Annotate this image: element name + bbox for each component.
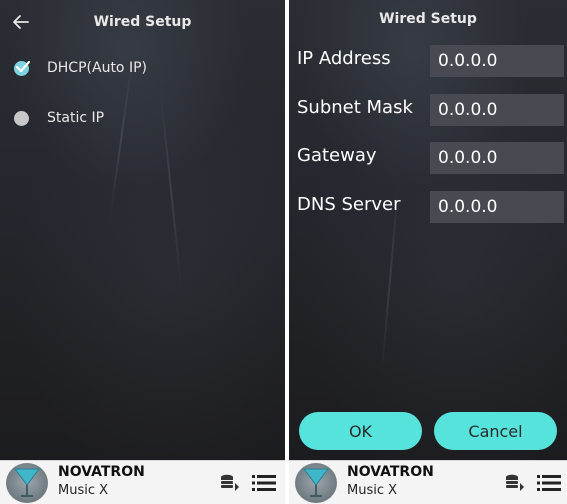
option-label: DHCP(Auto IP) <box>47 60 147 76</box>
gateway-row: Gateway <box>289 142 567 174</box>
dns-server-input[interactable] <box>430 191 564 223</box>
device-avatar <box>6 463 48 503</box>
device-model: Music X <box>347 483 398 498</box>
field-label: DNS Server <box>297 194 401 215</box>
ip-address-input[interactable] <box>430 45 564 77</box>
cancel-button[interactable]: Cancel <box>434 412 557 450</box>
now-playing-bar[interactable]: NOVATRON Music X <box>0 460 285 504</box>
cocktail-glass-icon <box>14 468 40 497</box>
subnet-mask-row: Subnet Mask <box>289 94 567 126</box>
page-title: Wired Setup <box>379 11 477 27</box>
page-title: Wired Setup <box>93 14 192 30</box>
top-bar: Wired Setup <box>289 0 567 44</box>
field-label: IP Address <box>297 48 391 69</box>
field-label: Subnet Mask <box>297 97 413 118</box>
wired-setup-screen-static: Wired Setup IP Address Subnet Mask Gatew… <box>289 0 567 504</box>
device-brand: NOVATRON <box>347 464 434 480</box>
now-playing-bar[interactable]: NOVATRON Music X <box>289 460 567 504</box>
field-label: Gateway <box>297 145 377 166</box>
menu-list-icon[interactable] <box>537 474 561 492</box>
option-dhcp[interactable]: DHCP(Auto IP) <box>14 60 147 76</box>
cocktail-glass-icon <box>303 468 329 497</box>
device-brand: NOVATRON <box>58 464 145 480</box>
ok-button[interactable]: OK <box>299 412 422 450</box>
menu-list-icon[interactable] <box>252 474 276 492</box>
device-avatar <box>295 463 337 503</box>
gateway-input[interactable] <box>430 142 564 174</box>
checked-radio-icon[interactable] <box>14 60 31 76</box>
top-bar: Wired Setup <box>0 0 285 44</box>
playlist-queue-icon[interactable] <box>220 474 240 492</box>
subnet-mask-input[interactable] <box>430 94 564 126</box>
device-model: Music X <box>58 483 109 498</box>
playlist-queue-icon[interactable] <box>505 474 525 492</box>
option-static-ip[interactable]: Static IP <box>14 110 104 126</box>
unchecked-radio-icon[interactable] <box>14 110 29 126</box>
dns-server-row: DNS Server <box>289 191 567 223</box>
option-label: Static IP <box>47 110 105 126</box>
wired-setup-screen-dhcp: Wired Setup DHCP(Auto IP) Static IP NOVA… <box>0 0 285 504</box>
ip-address-row: IP Address <box>289 45 567 77</box>
